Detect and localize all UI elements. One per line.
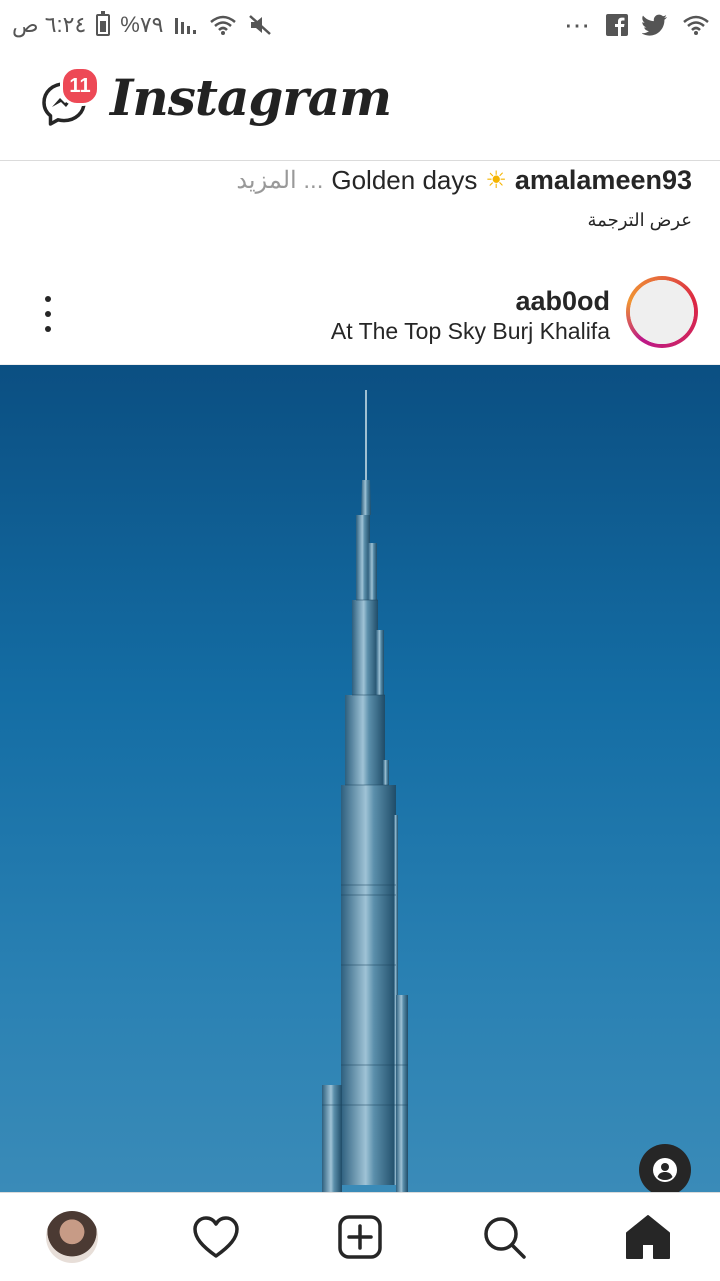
caption-more-link[interactable]: المزيد ...: [236, 166, 323, 195]
options-dot: [45, 326, 51, 332]
wifi-icon: [209, 14, 237, 36]
caption-row: المزيد ... Golden days ☀ amalameen93: [12, 160, 692, 200]
search-icon: [484, 1217, 526, 1259]
mute-icon: [247, 13, 273, 37]
messages-badge: 11: [60, 66, 100, 106]
status-bar: ٦:٢٤ ص %٧٩ ⋯: [0, 0, 720, 50]
nav-search[interactable]: [478, 1211, 530, 1263]
status-right: ⋯: [564, 8, 710, 42]
status-time: ٦:٢٤ ص: [12, 12, 87, 37]
burj-khalifa-image: [322, 390, 408, 1192]
nav-new-post[interactable]: [334, 1211, 386, 1263]
caption-text: Golden days: [331, 164, 478, 195]
wifi-icon: [682, 14, 710, 36]
sun-emoji: ☀: [485, 166, 507, 194]
tagged-users-button[interactable]: [639, 1144, 691, 1196]
app-header: 11 Instagram: [0, 50, 720, 161]
avatar: [630, 280, 694, 344]
post-location[interactable]: At The Top Sky Burj Khalifa: [331, 318, 610, 345]
options-dot: [45, 311, 51, 317]
nav-home[interactable]: [622, 1211, 674, 1263]
bottom-nav: [0, 1192, 720, 1281]
plus-square-icon: [338, 1215, 382, 1259]
nav-profile[interactable]: [46, 1211, 98, 1263]
post-options-icon[interactable]: [38, 296, 58, 332]
facebook-icon: [606, 14, 628, 36]
profile-avatar: [46, 1211, 98, 1263]
heart-icon: [193, 1216, 239, 1258]
home-icon: [626, 1215, 670, 1259]
story-avatar[interactable]: [626, 276, 698, 348]
post-header: aab0od At The Top Sky Burj Khalifa: [0, 262, 720, 365]
status-left: ٦:٢٤ ص %٧٩: [12, 8, 273, 42]
post-username[interactable]: aab0od: [515, 286, 610, 317]
user-icon: [653, 1158, 677, 1182]
more-dots-icon: ⋯: [564, 10, 592, 40]
options-dot: [45, 296, 51, 302]
caption-username[interactable]: amalameen93: [515, 165, 692, 196]
twitter-icon: [642, 14, 668, 36]
post-photo[interactable]: [0, 365, 720, 1192]
signal-icon: [173, 14, 199, 36]
nav-activity[interactable]: [190, 1211, 242, 1263]
battery-icon: [96, 11, 111, 36]
see-translation-link[interactable]: عرض الترجمة: [588, 210, 692, 231]
battery-level: %٧٩: [120, 12, 164, 37]
instagram-logo: Instagram: [110, 68, 392, 127]
